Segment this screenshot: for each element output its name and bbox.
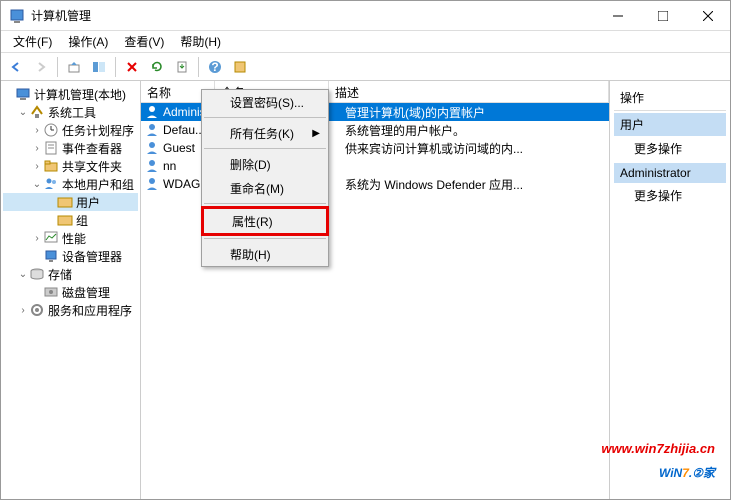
maximize-button[interactable] bbox=[640, 1, 685, 31]
menu-file[interactable]: 文件(F) bbox=[5, 31, 60, 52]
properties-button[interactable] bbox=[229, 56, 251, 78]
ctx-alltasks[interactable]: 所有任务(K)▶ bbox=[202, 121, 328, 145]
tree-services[interactable]: ›服务和应用程序 bbox=[3, 301, 138, 319]
submenu-arrow-icon: ▶ bbox=[312, 128, 320, 139]
actions-section-admin: Administrator bbox=[614, 163, 726, 183]
export-button[interactable] bbox=[171, 56, 193, 78]
window-title: 计算机管理 bbox=[31, 7, 595, 24]
tree-disk[interactable]: 磁盘管理 bbox=[3, 283, 138, 301]
forward-button[interactable] bbox=[30, 56, 52, 78]
tree-devmgr[interactable]: 设备管理器 bbox=[3, 247, 138, 265]
toolbar: ? bbox=[1, 53, 730, 81]
actions-header: 操作 bbox=[614, 85, 726, 111]
titlebar: 计算机管理 bbox=[1, 1, 730, 31]
refresh-button[interactable] bbox=[146, 56, 168, 78]
ctx-rename[interactable]: 重命名(M) bbox=[202, 176, 328, 200]
separator bbox=[204, 148, 326, 149]
tree-event[interactable]: ›事件查看器 bbox=[3, 139, 138, 157]
tree-root[interactable]: 计算机管理(本地) bbox=[3, 85, 138, 103]
user-icon bbox=[144, 104, 160, 120]
ctx-help[interactable]: 帮助(H) bbox=[202, 242, 328, 266]
app-icon bbox=[9, 8, 25, 24]
separator bbox=[204, 238, 326, 239]
context-menu: 设置密码(S)... 所有任务(K)▶ 删除(D) 重命名(M) 属性(R) 帮… bbox=[201, 89, 329, 267]
close-button[interactable] bbox=[685, 1, 730, 31]
actions-panel: 操作 用户 更多操作 Administrator 更多操作 bbox=[610, 81, 730, 499]
watermark-logo: WiN7.②家 bbox=[601, 456, 715, 484]
menu-help[interactable]: 帮助(H) bbox=[172, 31, 229, 52]
user-icon bbox=[144, 176, 160, 192]
user-icon bbox=[144, 158, 160, 174]
tree-users[interactable]: 用户 bbox=[3, 193, 138, 211]
actions-more-2[interactable]: 更多操作 bbox=[614, 183, 726, 208]
delete-button[interactable] bbox=[121, 56, 143, 78]
back-button[interactable] bbox=[5, 56, 27, 78]
tree-task[interactable]: ›任务计划程序 bbox=[3, 121, 138, 139]
menubar: 文件(F) 操作(A) 查看(V) 帮助(H) bbox=[1, 31, 730, 53]
separator bbox=[204, 117, 326, 118]
help-button[interactable]: ? bbox=[204, 56, 226, 78]
menu-view[interactable]: 查看(V) bbox=[116, 31, 172, 52]
tree-storage[interactable]: ⌄存储 bbox=[3, 265, 138, 283]
svg-text:?: ? bbox=[211, 60, 218, 74]
menu-action[interactable]: 操作(A) bbox=[60, 31, 116, 52]
tree-perf[interactable]: ›性能 bbox=[3, 229, 138, 247]
show-hide-button[interactable] bbox=[88, 56, 110, 78]
tree-shared[interactable]: ›共享文件夹 bbox=[3, 157, 138, 175]
user-icon bbox=[144, 140, 160, 156]
separator bbox=[204, 203, 326, 204]
user-icon bbox=[144, 122, 160, 138]
watermark-url: www.win7zhijia.cn bbox=[601, 441, 715, 456]
separator bbox=[57, 57, 58, 77]
separator bbox=[115, 57, 116, 77]
highlight-box: 属性(R) bbox=[201, 206, 329, 236]
ctx-setpassword[interactable]: 设置密码(S)... bbox=[202, 90, 328, 114]
col-desc[interactable]: 描述 bbox=[329, 81, 609, 102]
minimize-button[interactable] bbox=[595, 1, 640, 31]
tree-localug[interactable]: ⌄本地用户和组 bbox=[3, 175, 138, 193]
tree-panel: 计算机管理(本地) ⌄系统工具 ›任务计划程序 ›事件查看器 ›共享文件夹 ⌄本… bbox=[1, 81, 141, 499]
watermark: www.win7zhijia.cn WiN7.②家 bbox=[601, 441, 715, 484]
ctx-properties[interactable]: 属性(R) bbox=[204, 209, 326, 233]
separator bbox=[198, 57, 199, 77]
ctx-delete[interactable]: 删除(D) bbox=[202, 152, 328, 176]
actions-section-users: 用户 bbox=[614, 113, 726, 136]
up-button[interactable] bbox=[63, 56, 85, 78]
tree-groups[interactable]: 组 bbox=[3, 211, 138, 229]
tree-systools[interactable]: ⌄系统工具 bbox=[3, 103, 138, 121]
actions-more-1[interactable]: 更多操作 bbox=[614, 136, 726, 161]
